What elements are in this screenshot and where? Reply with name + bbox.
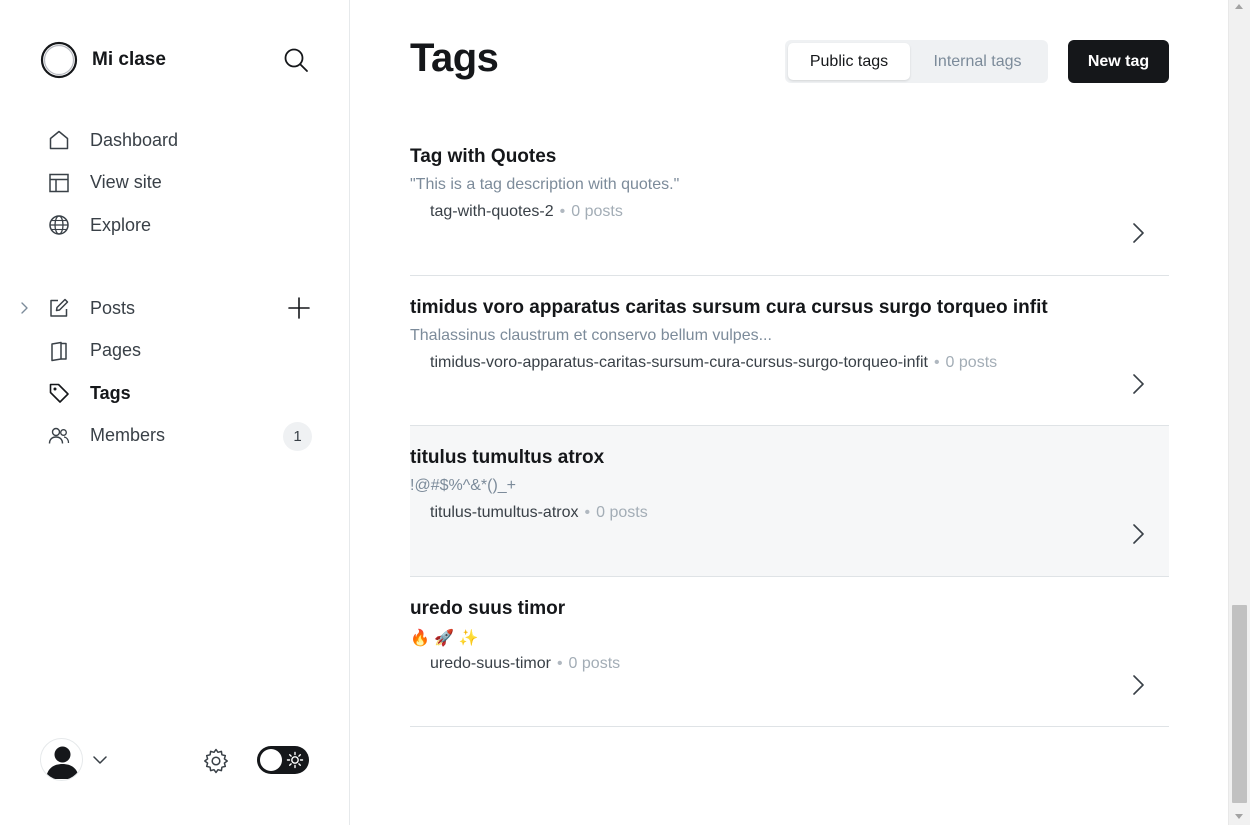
chevron-down-icon[interactable] [92,752,108,768]
sidebar-item-view-site[interactable]: View site [0,162,350,205]
tag-row[interactable]: timidus voro apparatus caritas sursum cu… [410,276,1169,426]
members-count-badge: 1 [283,421,312,451]
tag-slug: titulus-tumultus-atrox [430,504,579,521]
tag-post-count: 0 posts [945,353,998,371]
chevron-right-icon[interactable] [18,300,32,316]
scroll-down-arrow-icon[interactable] [1235,814,1243,819]
vertical-scrollbar[interactable] [1228,0,1250,825]
chevron-right-icon [1128,221,1148,245]
tag-name: titulus tumultus atrox [410,447,605,468]
sidebar-item-label: Posts [90,297,136,318]
tags-list: Tag with Quotes "This is a tag descripti… [410,125,1169,727]
pen-square-icon [48,297,70,319]
tag-name: timidus voro apparatus caritas sursum cu… [410,296,1048,318]
sidebar-nav-top: Dashboard View site Explore [0,119,350,247]
brand-name: Mi clase [92,49,166,70]
tag-meta: titulus-tumultus-atrox • 0 posts [430,504,648,522]
theme-toggle[interactable] [257,746,309,774]
scroll-up-arrow-icon[interactable] [1235,4,1243,9]
new-tag-button[interactable]: New tag [1068,40,1169,83]
tag-meta: tag-with-quotes-2 • 0 posts [430,203,623,221]
tag-row[interactable]: uredo suus timor 🔥 🚀 ✨ uredo-suus-timor … [410,577,1169,727]
sidebar-item-posts[interactable]: Posts [0,287,350,330]
sidebar-item-members[interactable]: Members 1 [0,415,350,458]
tag-name: Tag with Quotes [410,146,557,167]
tag-row[interactable]: titulus tumultus atrox !@#$%^&*()_+ titu… [410,426,1169,577]
sidebar-item-label: Dashboard [90,129,179,150]
tag-row[interactable]: Tag with Quotes "This is a tag descripti… [410,125,1169,276]
page-title: Tags [410,36,499,80]
search-icon[interactable] [282,46,310,74]
sidebar-nav-main: Posts Pages Tags Members 1 [0,287,350,457]
tag-slug: uredo-suus-timor [430,654,551,672]
sidebar-item-explore[interactable]: Explore [0,204,350,247]
main-content: Tags Public tags Internal tags New tag T… [350,0,1228,825]
sidebar-item-pages[interactable]: Pages [0,330,350,373]
tag-description: Thalassinus claustrum et conservo bellum… [410,326,772,344]
globe-icon [48,214,70,236]
sidebar-item-label: Explore [90,214,152,235]
tag-icon [48,382,70,404]
avatar[interactable] [40,738,83,781]
toggle-knob [260,749,282,771]
tab-internal-tags[interactable]: Internal tags [910,43,1045,80]
brand[interactable]: Mi clase [40,40,166,80]
page-icon [48,340,70,362]
tag-post-count: 0 posts [596,504,648,521]
plus-icon[interactable] [286,295,312,321]
sidebar-item-tags[interactable]: Tags [0,372,350,415]
meta-separator: • [933,353,940,371]
members-icon [48,425,70,447]
sidebar-item-label: Members [90,425,166,446]
tag-meta: timidus-voro-apparatus-caritas-sursum-cu… [430,354,997,372]
home-icon [48,129,70,151]
tab-public-tags[interactable]: Public tags [788,43,910,80]
chevron-right-icon [1128,673,1148,697]
tag-type-tabs: Public tags Internal tags [785,40,1048,83]
sidebar-footer [40,738,312,782]
tag-post-count: 0 posts [568,654,621,672]
meta-separator: • [556,654,563,672]
sun-icon [286,751,304,769]
brand-logo [40,41,78,79]
sidebar-item-label: Tags [90,382,131,403]
tag-description: "This is a tag description with quotes." [410,176,680,193]
tag-meta: uredo-suus-timor • 0 posts [430,655,620,673]
layout-icon [48,172,70,194]
tag-slug: tag-with-quotes-2 [430,203,554,220]
chevron-right-icon [1128,522,1148,546]
tag-description: !@#$%^&*()_+ [410,477,517,494]
sidebar-item-label: View site [90,172,162,193]
sidebar: Mi clase Dashboard View site Explore Pos… [0,0,350,825]
meta-separator: • [584,504,591,521]
tag-description: 🔥 🚀 ✨ [410,629,479,647]
gear-icon[interactable] [202,747,230,775]
tag-slug: timidus-voro-apparatus-caritas-sursum-cu… [430,353,928,371]
sidebar-item-label: Pages [90,340,142,361]
scrollbar-thumb[interactable] [1232,605,1247,803]
tag-name: uredo suus timor [410,597,566,619]
sidebar-item-dashboard[interactable]: Dashboard [0,119,350,162]
tag-post-count: 0 posts [571,203,623,220]
chevron-right-icon [1128,372,1148,396]
meta-separator: • [559,203,566,220]
